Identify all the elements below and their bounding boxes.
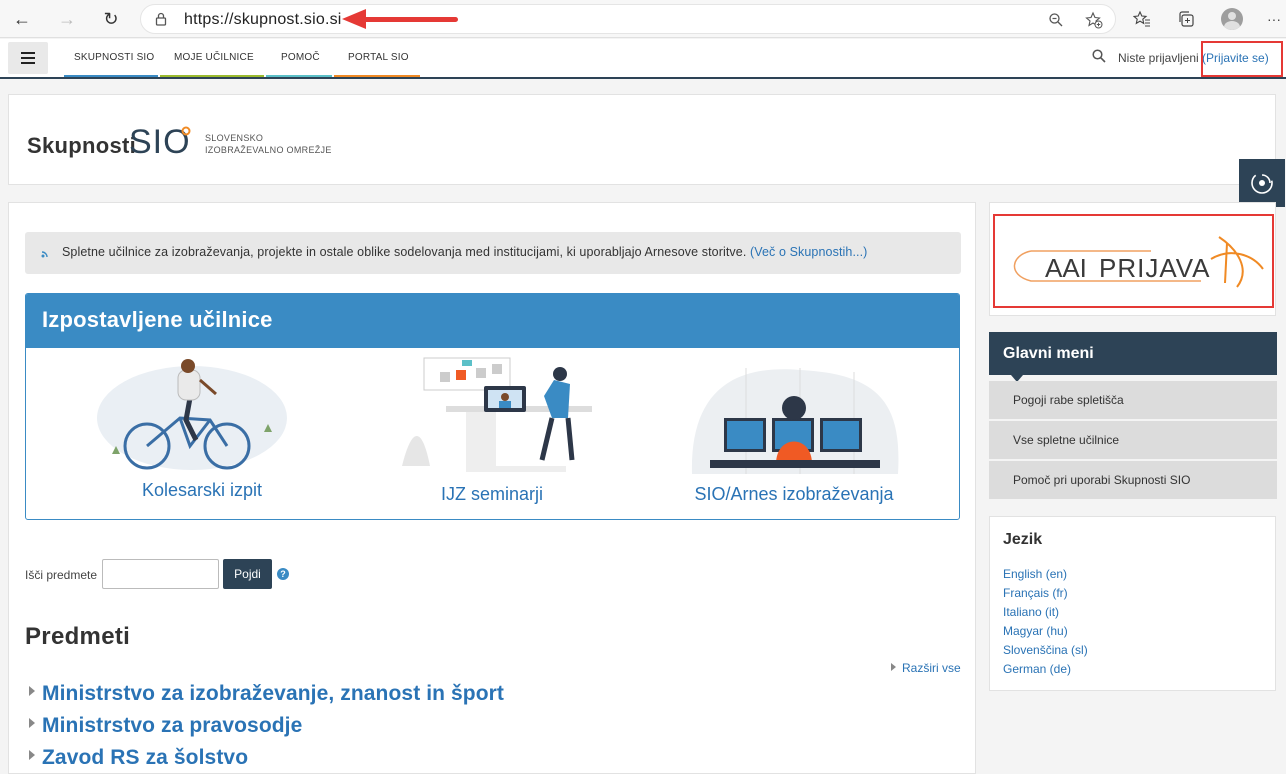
main-content: Spletne učilnice za izobraževanja, proje…	[8, 202, 976, 774]
main-menu-title: Glavni meni	[1003, 345, 1094, 362]
annotation-login-box	[1201, 41, 1283, 77]
nav-moje-ucilnice[interactable]: MOJE UČILNICE	[174, 52, 254, 63]
help-icon[interactable]: ?	[277, 568, 289, 580]
address-bar[interactable]: https://skupnost.sio.si	[140, 4, 1116, 34]
sio-arnes-illustration[interactable]	[690, 364, 902, 482]
featured-caption-3[interactable]: SIO/Arnes izobraževanja	[644, 484, 944, 505]
language-title: Jezik	[1003, 531, 1043, 548]
category-item[interactable]: Ministrstvo za izobraževanje, znanost in…	[29, 682, 504, 706]
menu-item-label[interactable]: Pogoji rabe spletišča	[1013, 393, 1124, 407]
featured-courses: Izpostavljene učilnice Kolesarski izpit	[25, 293, 960, 520]
browser-toolbar: ← → ↻ https://skupnost.sio.si ···	[0, 0, 1286, 38]
language-block: Jezik English (en) Français (fr) Italian…	[989, 516, 1276, 691]
main-menu-block: Glavni meni Pogoji rabe spletišča Vse sp…	[989, 332, 1277, 502]
profile-avatar[interactable]	[1221, 8, 1243, 30]
featured-caption-2[interactable]: IJZ seminarji	[342, 484, 642, 505]
url-text[interactable]: https://skupnost.sio.si	[184, 11, 342, 29]
search-icon[interactable]	[1092, 49, 1106, 66]
nav-portal-sio[interactable]: PORTAL SIO	[348, 52, 409, 63]
more-icon[interactable]: ···	[1263, 8, 1285, 30]
search-go-button[interactable]: Pojdi	[223, 559, 272, 589]
site-navbar: SKUPNOSTI SIO MOJE UČILNICE POMOČ PORTAL…	[0, 39, 1286, 79]
cyclist-illustration[interactable]	[92, 358, 292, 478]
logo-word: Skupnosti	[27, 133, 137, 158]
notice-text: Spletne učilnice za izobraževanja, proje…	[62, 245, 747, 259]
category-item[interactable]: Ministrstvo za pravosodje	[29, 714, 302, 738]
language-english[interactable]: English (en)	[1003, 567, 1067, 581]
annotation-aai-box	[993, 214, 1274, 308]
logo-sub-line2: IZOBRAŽEVALNO OMREŽJE	[205, 145, 332, 155]
featured-caption-1[interactable]: Kolesarski izpit	[52, 480, 352, 501]
reload-icon[interactable]: ↻	[98, 7, 124, 31]
language-slovenian[interactable]: Slovenščina (sl)	[1003, 643, 1088, 657]
accessibility-tab[interactable]	[1239, 159, 1285, 207]
menu-item-label[interactable]: Pomoč pri uporabi Skupnosti SIO	[1013, 473, 1190, 487]
menu-item-terms[interactable]: Pogoji rabe spletišča	[989, 381, 1277, 419]
logo-subtitle: SLOVENSKO IZOBRAŽEVALNO OMREŽJE	[205, 132, 332, 156]
language-german[interactable]: German (de)	[1003, 662, 1071, 676]
language-hungarian[interactable]: Magyar (hu)	[1003, 624, 1068, 638]
menu-item-label[interactable]: Vse spletne učilnice	[1013, 433, 1119, 447]
language-italian[interactable]: Italiano (it)	[1003, 605, 1059, 619]
menu-item-help[interactable]: Pomoč pri uporabi Skupnosti SIO	[989, 461, 1277, 499]
language-french[interactable]: Français (fr)	[1003, 586, 1068, 600]
search-label: Išči predmete	[25, 568, 98, 582]
annotation-arrow	[362, 17, 458, 22]
zoom-icon[interactable]	[1047, 11, 1065, 29]
expand-all-link[interactable]: Razširi vse	[891, 661, 961, 675]
main-menu-header: Glavni meni	[989, 332, 1277, 375]
menu-item-all-courses[interactable]: Vse spletne učilnice	[989, 421, 1277, 459]
notice-more-link[interactable]: (Več o Skupnostih...)	[750, 245, 867, 259]
login-prefix: Niste prijavljeni	[1118, 51, 1199, 65]
course-search-input[interactable]	[102, 559, 219, 589]
rss-icon	[41, 251, 48, 258]
radar-icon	[1251, 172, 1273, 194]
seminar-illustration[interactable]	[392, 356, 592, 480]
notice-text-wrap: Spletne učilnice za izobraževanja, proje…	[62, 245, 867, 259]
nav-underline-1	[64, 75, 158, 77]
nav-underline-4	[334, 75, 420, 77]
site-header: Skupnosti SIO SLOVENSKO IZOBRAŽEVALNO OM…	[8, 94, 1276, 185]
forward-arrow-icon[interactable]: →	[54, 7, 80, 31]
add-favorite-icon[interactable]	[1085, 11, 1103, 29]
favorites-icon[interactable]	[1131, 8, 1153, 30]
collections-icon[interactable]	[1175, 8, 1197, 30]
lock-icon	[155, 12, 167, 26]
logo-sub-line1: SLOVENSKO	[205, 133, 264, 143]
courses-title: Predmeti	[25, 623, 131, 650]
annotation-arrow-head	[342, 9, 366, 29]
nav-underline-3	[266, 75, 332, 77]
featured-header: Izpostavljene učilnice	[26, 294, 959, 348]
nav-skupnosti-sio[interactable]: SKUPNOSTI SIO	[74, 52, 154, 63]
back-arrow-icon[interactable]: ←	[9, 7, 35, 31]
nav-underline-2	[160, 75, 264, 77]
logo-dot-icon	[181, 126, 191, 136]
menu-toggle-icon[interactable]	[8, 42, 48, 74]
info-notice: Spletne učilnice za izobraževanja, proje…	[25, 232, 961, 274]
nav-pomoc[interactable]: POMOČ	[281, 52, 320, 63]
category-item[interactable]: Zavod RS za šolstvo	[29, 746, 248, 770]
featured-title: Izpostavljene učilnice	[42, 307, 273, 332]
